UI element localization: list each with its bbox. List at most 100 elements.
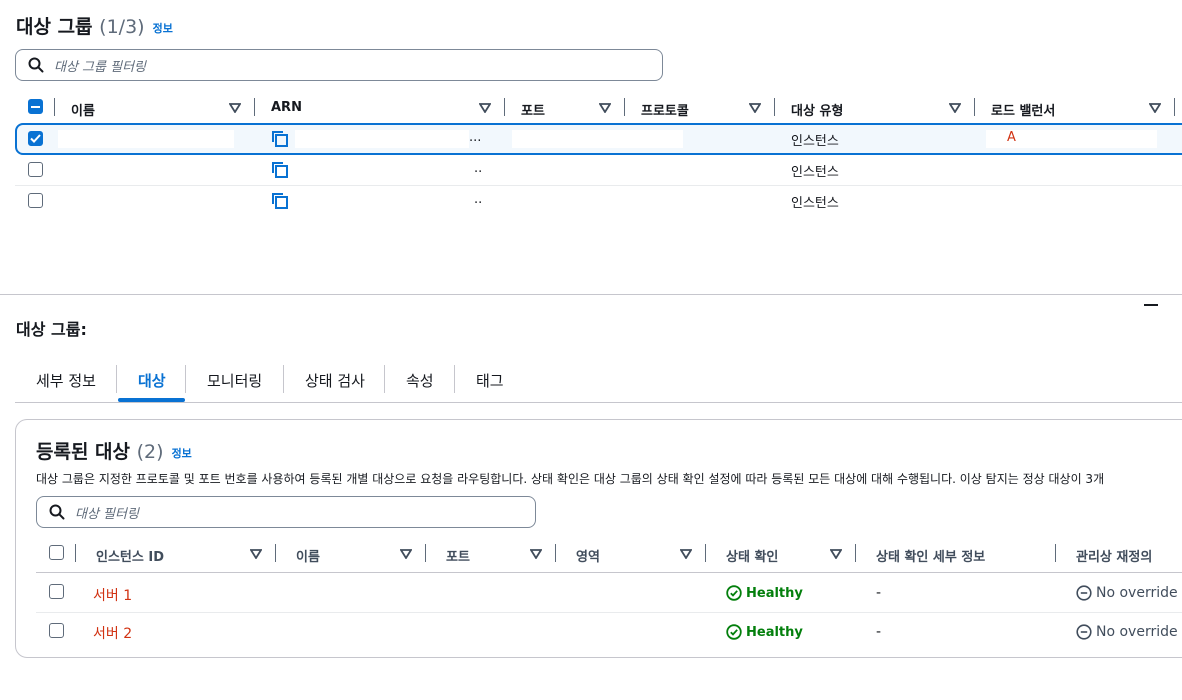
minus-circle-icon	[1076, 624, 1092, 640]
detail-title: 대상 그룹:	[16, 320, 87, 339]
instance-id-link[interactable]: 서버 1	[93, 585, 132, 605]
tab-health-checks[interactable]: 상태 검사	[305, 370, 365, 391]
tab-attributes[interactable]: 속성	[406, 370, 434, 391]
sort-icon[interactable]	[250, 549, 262, 559]
redacted-name-cell	[58, 130, 234, 148]
sort-icon[interactable]	[1149, 103, 1161, 113]
col-header-load-balancer[interactable]: 로드 밸런서	[991, 100, 1055, 119]
sort-icon[interactable]	[479, 103, 491, 113]
search-icon	[28, 57, 44, 73]
col-header-port[interactable]: 포트	[521, 100, 545, 119]
tab-targets[interactable]: 대상	[138, 370, 166, 391]
row-checkbox[interactable]	[28, 162, 43, 177]
check-circle-icon	[726, 624, 742, 640]
tab-monitoring[interactable]: 모니터링	[207, 370, 262, 391]
tab-divider	[454, 365, 455, 393]
column-divider	[254, 98, 255, 116]
col-header-arn[interactable]: ARN	[271, 100, 302, 115]
col-header-protocol[interactable]: 프로토콜	[641, 100, 689, 119]
registered-targets-description-wrap: 대상 그룹은 지정한 프로토콜 및 포트 번호를 사용하여 등록된 개별 대상으…	[36, 470, 1182, 487]
col-header-name[interactable]: 이름	[296, 546, 320, 565]
column-divider	[1174, 98, 1175, 116]
redacted-port-protocol-cell	[512, 130, 683, 148]
col-header-admin-override: 관리상 재정의	[1076, 550, 1153, 565]
minus-circle-icon	[1076, 585, 1092, 601]
column-divider	[624, 98, 625, 116]
collapse-panel-icon[interactable]	[1144, 304, 1158, 306]
row-divider	[15, 185, 1182, 186]
health-details: -	[876, 624, 882, 640]
col-header-zone[interactable]: 영역	[576, 546, 600, 565]
health-status: Healthy	[726, 585, 803, 601]
row-checkbox[interactable]	[49, 584, 64, 599]
sort-icon[interactable]	[680, 549, 692, 559]
registered-targets-heading: 등록된 대상 (2) 정보	[36, 437, 192, 464]
row-checkbox[interactable]	[28, 193, 43, 208]
redacted-arn-cell	[295, 130, 469, 148]
load-balancer-cell[interactable]: A	[1007, 130, 1016, 145]
copy-icon[interactable]	[271, 192, 289, 210]
tab-tags[interactable]: 태그	[476, 370, 504, 391]
select-all-checkbox[interactable]	[49, 545, 64, 560]
target-type-cell: 인스턴스	[791, 134, 839, 149]
target-groups-info-link[interactable]: 정보	[153, 22, 173, 35]
sort-icon[interactable]	[949, 103, 961, 113]
col-header-name[interactable]: 이름	[71, 100, 95, 119]
column-divider	[774, 98, 775, 116]
target-group-filter[interactable]: 대상 그룹 필터링	[15, 49, 663, 81]
sort-icon[interactable]	[530, 549, 542, 559]
check-circle-icon	[726, 585, 742, 601]
sort-icon[interactable]	[599, 103, 611, 113]
target-groups-count: (1/3)	[99, 16, 145, 38]
column-divider	[54, 98, 55, 116]
tab-details[interactable]: 세부 정보	[36, 370, 96, 391]
registered-targets-title: 등록된 대상	[36, 441, 131, 463]
col-header-target-type[interactable]: 대상 유형	[791, 100, 843, 119]
target-groups-heading: 대상 그룹 (1/3) 정보	[16, 12, 173, 39]
column-divider	[974, 98, 975, 116]
split-panel-divider	[0, 294, 1182, 295]
health-status-label: Healthy	[746, 585, 803, 601]
row-checkbox[interactable]	[28, 131, 43, 146]
tabs-baseline	[15, 402, 1182, 403]
col-header-health-details: 상태 확인 세부 정보	[876, 550, 986, 565]
target-type-cell: 인스턴스	[791, 196, 839, 211]
health-details: -	[876, 585, 882, 601]
admin-override: No override	[1076, 585, 1178, 601]
instance-id-link[interactable]: 서버 2	[93, 623, 132, 643]
arn-ellipsis: ..	[474, 192, 483, 207]
target-filter[interactable]: 대상 필터링	[36, 496, 536, 528]
tab-divider	[384, 365, 385, 393]
sort-icon[interactable]	[830, 549, 842, 559]
registered-targets-description: 대상 그룹은 지정한 프로토콜 및 포트 번호를 사용하여 등록된 개별 대상으…	[36, 472, 1105, 486]
sort-icon[interactable]	[400, 549, 412, 559]
tab-divider	[185, 365, 186, 393]
registered-targets-info-link[interactable]: 정보	[172, 447, 192, 460]
registered-targets-count: (2)	[136, 441, 164, 463]
col-header-health-status[interactable]: 상태 확인	[726, 546, 778, 565]
row-divider	[36, 612, 1182, 613]
copy-icon[interactable]	[271, 130, 289, 148]
search-icon	[49, 504, 65, 520]
column-divider	[855, 544, 856, 562]
col-header-port[interactable]: 포트	[446, 546, 470, 565]
search-placeholder: 대상 필터링	[75, 506, 139, 522]
health-status: Healthy	[726, 624, 803, 640]
target-type-cell: 인스턴스	[791, 165, 839, 180]
arn-ellipsis: ..	[474, 161, 483, 176]
admin-override-label: No override	[1096, 585, 1178, 601]
copy-icon[interactable]	[271, 161, 289, 179]
column-divider	[275, 544, 276, 562]
select-all-checkbox[interactable]	[28, 99, 43, 114]
search-placeholder: 대상 그룹 필터링	[54, 59, 146, 75]
column-divider	[705, 544, 706, 562]
row-checkbox[interactable]	[49, 623, 64, 638]
sort-icon[interactable]	[229, 103, 241, 113]
header-divider	[36, 572, 1182, 573]
admin-override: No override	[1076, 624, 1178, 640]
col-header-instance-id[interactable]: 인스턴스 ID	[96, 546, 164, 565]
column-divider	[1055, 544, 1056, 562]
tab-divider	[116, 365, 117, 393]
arn-ellipsis: ...	[469, 130, 482, 145]
sort-icon[interactable]	[749, 103, 761, 113]
